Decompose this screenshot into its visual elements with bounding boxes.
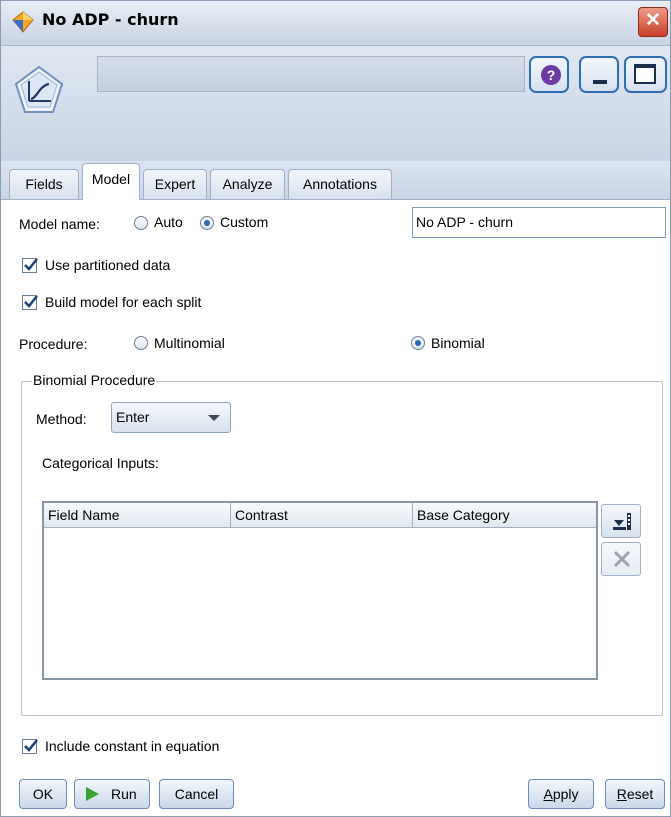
run-button[interactable]: Run [74,779,150,809]
build-each-split-label: Build model for each split [45,294,202,310]
tab-annotations[interactable]: Annotations [288,169,392,199]
model-name-input[interactable]: No ADP - churn [412,207,666,238]
checkmark-icon [24,739,38,752]
include-constant-checkbox[interactable] [22,739,38,754]
reset-label-post: eset [626,786,654,802]
model-name-auto-radio[interactable] [134,216,148,230]
binomial-procedure-title: Binomial Procedure [32,372,157,388]
logistic-model-node-icon [14,65,64,113]
model-diamond-icon [12,11,34,33]
ok-button[interactable]: OK [19,779,67,809]
column-header-contrast[interactable]: Contrast [231,503,413,527]
procedure-multinomial-radio[interactable] [134,336,148,350]
tab-bar: Fields Model Expert Analyze Annotations [1,161,670,200]
maximize-button[interactable] [624,56,667,93]
procedure-label: Procedure: [19,336,88,352]
procedure-binomial-radio[interactable] [411,336,425,350]
include-constant-label: Include constant in equation [45,738,220,754]
column-header-field-name[interactable]: Field Name [44,503,231,527]
reset-button[interactable]: Reset [605,779,665,809]
build-each-split-checkbox[interactable] [22,295,38,310]
apply-button[interactable]: Apply [528,779,594,809]
run-play-icon [86,787,99,801]
close-icon: ✕ [645,10,661,31]
cancel-button[interactable]: Cancel [159,779,234,809]
delete-icon [613,550,631,568]
use-partitioned-label: Use partitioned data [45,257,171,273]
remove-field-button[interactable] [601,542,641,576]
model-name-auto-label: Auto [154,214,183,230]
tab-model[interactable]: Model [82,163,140,200]
run-label: Run [111,786,137,802]
model-name-label: Model name: [19,216,100,232]
dialog-window: No ADP - churn ✕ ? Fields Model Expert A… [0,0,671,817]
close-button[interactable]: ✕ [638,7,668,37]
maximize-icon [634,64,656,84]
categorical-inputs-table[interactable]: Field Name Contrast Base Category [42,501,598,680]
model-name-custom-radio[interactable] [200,216,214,230]
apply-label-post: pply [552,786,579,802]
method-label: Method: [36,411,87,427]
checkmark-icon [24,295,38,308]
help-icon: ? [541,65,561,85]
reset-mnemonic: R [616,786,627,802]
table-header: Field Name Contrast Base Category [44,503,596,528]
title-bar[interactable]: No ADP - churn ✕ [1,1,670,46]
column-header-base-category[interactable]: Base Category [413,503,596,527]
chevron-down-icon [208,415,220,421]
checkmark-icon [24,258,38,271]
help-button[interactable]: ? [529,56,569,93]
node-name-strip [97,56,525,92]
minimize-icon [593,80,607,84]
use-partitioned-checkbox[interactable] [22,258,38,273]
tab-expert[interactable]: Expert [143,169,207,199]
procedure-binomial-label: Binomial [431,335,485,351]
procedure-multinomial-label: Multinomial [154,335,225,351]
method-dropdown[interactable]: Enter [111,402,231,433]
tab-fields[interactable]: Fields [9,169,79,199]
tab-analyze[interactable]: Analyze [210,169,285,199]
categorical-inputs-label: Categorical Inputs: [42,455,159,471]
model-name-custom-label: Custom [220,214,269,230]
field-picker-icon [613,513,631,530]
method-dropdown-value: Enter [116,409,150,425]
node-header: ? [1,46,670,161]
window-title: No ADP - churn [42,10,179,29]
add-fields-button[interactable] [601,504,641,538]
minimize-button[interactable] [579,56,619,93]
apply-mnemonic: A [543,786,553,802]
